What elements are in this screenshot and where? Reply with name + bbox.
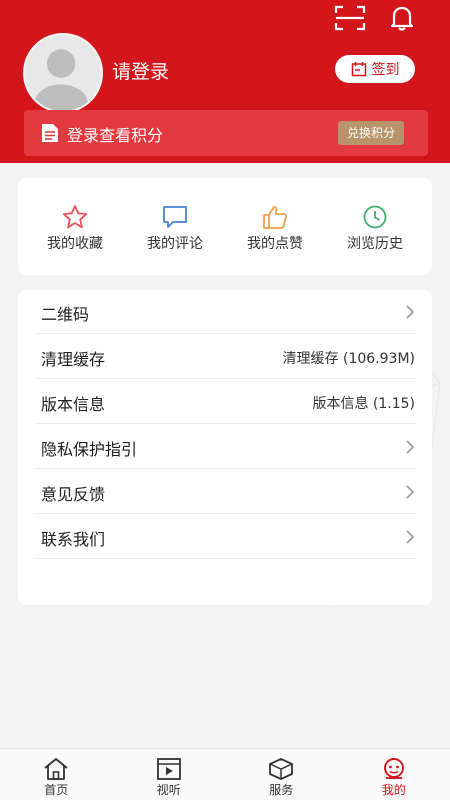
tab-services[interactable]: 服务 — [225, 749, 338, 800]
comments-button[interactable]: 我的评论 — [125, 178, 225, 275]
cache-size-value: 清理缓存 (106.93M) — [282, 351, 415, 367]
profile-header: 请登录 签到 登录查看积分 兑换积分 — [0, 0, 450, 163]
exchange-points-button[interactable]: 兑换积分 — [337, 121, 404, 145]
comments-label: 我的评论 — [147, 236, 203, 252]
version-value: 版本信息 (1.15) — [312, 396, 415, 412]
tab-label: 视听 — [156, 783, 181, 797]
menu-item-clear-cache[interactable]: 清理缓存 清理缓存 (106.93M) — [36, 335, 416, 379]
menu-item-label: 二维码 — [41, 305, 90, 324]
signin-button[interactable]: 签到 — [335, 55, 415, 83]
menu-item-label: 清理缓存 — [41, 350, 106, 369]
menu-item-label: 意见反馈 — [41, 485, 106, 504]
menu-item-privacy[interactable]: 隐私保护指引 — [36, 425, 416, 469]
tab-home[interactable]: 首页 — [0, 749, 113, 800]
video-icon — [156, 758, 181, 780]
points-bar[interactable]: 登录查看积分 兑换积分 — [24, 110, 428, 156]
menu-item-label: 隐私保护指引 — [41, 440, 138, 459]
tab-label: 服务 — [269, 783, 294, 797]
tab-label: 我的 — [381, 783, 406, 797]
settings-menu-card: 二维码 清理缓存 清理缓存 (106.93M) 版本信息 版本信息 (1.15)… — [18, 290, 432, 605]
chevron-right-icon — [406, 530, 415, 544]
favorites-button[interactable]: 我的收藏 — [25, 178, 125, 275]
favorites-label: 我的收藏 — [47, 236, 103, 252]
signin-label: 签到 — [371, 62, 400, 78]
tab-profile[interactable]: 我的 — [338, 749, 450, 800]
tab-video[interactable]: 视听 — [113, 749, 226, 800]
bell-icon[interactable] — [386, 2, 418, 34]
menu-item-contact[interactable]: 联系我们 — [36, 515, 416, 559]
menu-item-label: 版本信息 — [41, 395, 106, 414]
login-prompt[interactable]: 请登录 — [112, 57, 169, 84]
menu-item-version[interactable]: 版本信息 版本信息 (1.15) — [36, 380, 416, 424]
points-text: 登录查看积分 — [67, 126, 164, 145]
bottom-tab-bar: 首页 视听 服务 我的 — [0, 748, 450, 800]
box-icon — [269, 758, 293, 780]
home-icon — [44, 758, 68, 780]
menu-item-label: 联系我们 — [41, 530, 106, 549]
likes-label: 我的点赞 — [247, 236, 303, 252]
quick-actions-card: 我的收藏 我的评论 我的点赞 浏览历史 — [18, 178, 432, 275]
star-icon — [62, 205, 88, 229]
thumbs-up-icon — [263, 206, 288, 229]
tab-label: 首页 — [44, 783, 69, 797]
history-label: 浏览历史 — [347, 236, 403, 252]
document-icon — [42, 124, 58, 142]
profile-icon — [383, 758, 404, 779]
menu-item-qrcode[interactable]: 二维码 — [36, 290, 416, 334]
avatar[interactable] — [23, 33, 103, 113]
comment-icon — [163, 206, 187, 228]
default-avatar-icon — [34, 49, 88, 111]
calendar-icon — [351, 62, 366, 77]
clock-icon — [363, 205, 387, 229]
menu-item-feedback[interactable]: 意见反馈 — [36, 470, 416, 514]
scan-icon[interactable] — [333, 4, 367, 32]
chevron-right-icon — [406, 485, 415, 499]
history-button[interactable]: 浏览历史 — [325, 178, 425, 275]
chevron-right-icon — [406, 440, 415, 454]
chevron-right-icon — [406, 305, 415, 319]
likes-button[interactable]: 我的点赞 — [225, 178, 325, 275]
